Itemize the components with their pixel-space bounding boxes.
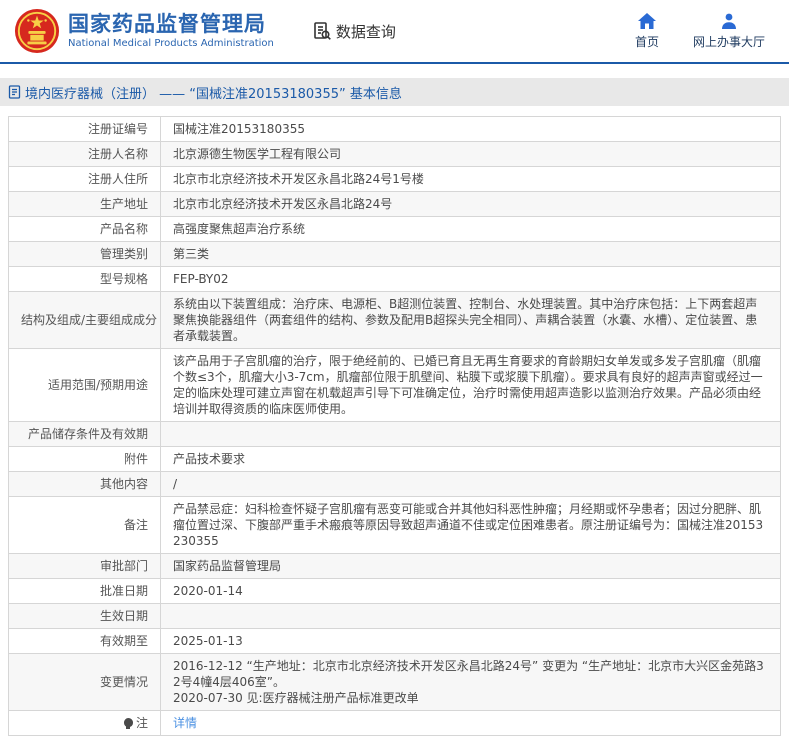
table-row: 批准日期2020-01-14 xyxy=(9,579,781,604)
national-emblem-icon xyxy=(14,8,60,54)
value-line: 2020-07-30 见:医疗器械注册产品标准更改单 xyxy=(173,690,768,706)
row-label: 附件 xyxy=(9,447,161,472)
org-name-zh: 国家药品监督管理局 xyxy=(68,13,274,36)
row-value: 2025-01-13 xyxy=(161,629,781,654)
user-icon xyxy=(721,13,737,29)
row-label: 有效期至 xyxy=(9,629,161,654)
table-row: 适用范围/预期用途该产品用于子宫肌瘤的治疗，限于绝经前的、已婚已育且无再生育要求… xyxy=(9,349,781,422)
data-query-label: 数据查询 xyxy=(336,21,396,42)
row-value xyxy=(161,422,781,447)
table-row: 附件产品技术要求 xyxy=(9,447,781,472)
data-query-button[interactable]: 数据查询 xyxy=(312,21,396,42)
row-value: 国械注准20153180355 xyxy=(161,117,781,142)
row-label: 注册人住所 xyxy=(9,167,161,192)
table-row: 结构及组成/主要组成成分系统由以下装置组成：治疗床、电源柜、B超测位装置、控制台… xyxy=(9,292,781,349)
row-value: 北京市北京经济技术开发区永昌北路24号 xyxy=(161,192,781,217)
table-row: 生产地址北京市北京经济技术开发区永昌北路24号 xyxy=(9,192,781,217)
row-value: 详情 xyxy=(161,711,781,736)
row-label: 注册人名称 xyxy=(9,142,161,167)
row-value: FEP-BY02 xyxy=(161,267,781,292)
row-label: 注 xyxy=(9,711,161,736)
row-value xyxy=(161,604,781,629)
nav-home-label: 首页 xyxy=(635,33,659,50)
row-label: 结构及组成/主要组成成分 xyxy=(9,292,161,349)
data-query-icon xyxy=(312,21,332,41)
device-info-table: 注册证编号国械注准20153180355注册人名称北京源德生物医学工程有限公司注… xyxy=(8,116,781,736)
detail-link[interactable]: 详情 xyxy=(173,716,197,730)
value-line: 2016-12-12 “生产地址：北京市北京经济技术开发区永昌北路24号” 变更… xyxy=(173,658,768,690)
row-label: 变更情况 xyxy=(9,654,161,711)
row-value: 国家药品监督管理局 xyxy=(161,554,781,579)
table-row: 有效期至2025-01-13 xyxy=(9,629,781,654)
row-value: / xyxy=(161,472,781,497)
row-label: 备注 xyxy=(9,497,161,554)
note-bulb-icon xyxy=(124,718,133,727)
row-label: 注册证编号 xyxy=(9,117,161,142)
table-row: 注册人名称北京源德生物医学工程有限公司 xyxy=(9,142,781,167)
row-label: 其他内容 xyxy=(9,472,161,497)
table-row: 注册人住所北京市北京经济技术开发区永昌北路24号1号楼 xyxy=(9,167,781,192)
table-row: 产品名称高强度聚焦超声治疗系统 xyxy=(9,217,781,242)
row-value: 产品禁忌症：妇科检查怀疑子宫肌瘤有恶变可能或合并其他妇科恶性肿瘤；月经期或怀孕患… xyxy=(161,497,781,554)
table-row: 产品储存条件及有效期 xyxy=(9,422,781,447)
header-nav: 首页 网上办事大厅 xyxy=(635,13,765,50)
row-value: 北京市北京经济技术开发区永昌北路24号1号楼 xyxy=(161,167,781,192)
device-info-table-wrap: 注册证编号国械注准20153180355注册人名称北京源德生物医学工程有限公司注… xyxy=(8,116,781,736)
row-value: 2016-12-12 “生产地址：北京市北京经济技术开发区永昌北路24号” 变更… xyxy=(161,654,781,711)
org-title: 国家药品监督管理局 National Medical Products Admi… xyxy=(68,13,274,49)
row-value: 该产品用于子宫肌瘤的治疗，限于绝经前的、已婚已育且无再生育要求的育龄期妇女单发或… xyxy=(161,349,781,422)
table-row: 生效日期 xyxy=(9,604,781,629)
row-value: 第三类 xyxy=(161,242,781,267)
table-row: 型号规格FEP-BY02 xyxy=(9,267,781,292)
row-label: 批准日期 xyxy=(9,579,161,604)
document-icon xyxy=(8,85,21,99)
row-label: 适用范围/预期用途 xyxy=(9,349,161,422)
row-value: 北京源德生物医学工程有限公司 xyxy=(161,142,781,167)
row-value: 产品技术要求 xyxy=(161,447,781,472)
nav-service-hall-label: 网上办事大厅 xyxy=(693,33,765,50)
table-row: 管理类别第三类 xyxy=(9,242,781,267)
row-label: 管理类别 xyxy=(9,242,161,267)
nav-service-hall[interactable]: 网上办事大厅 xyxy=(693,13,765,50)
table-row: 注册证编号国械注准20153180355 xyxy=(9,117,781,142)
breadcrumb-text: 境内医疗器械（注册） —— “国械注准20153180355” 基本信息 xyxy=(25,83,402,102)
row-value: 2020-01-14 xyxy=(161,579,781,604)
org-name-en: National Medical Products Administration xyxy=(68,38,274,49)
nav-home[interactable]: 首页 xyxy=(635,13,659,50)
row-value: 高强度聚焦超声治疗系统 xyxy=(161,217,781,242)
row-label: 审批部门 xyxy=(9,554,161,579)
table-row: 变更情况 2016-12-12 “生产地址：北京市北京经济技术开发区永昌北路24号… xyxy=(9,654,781,711)
row-value: 系统由以下装置组成：治疗床、电源柜、B超测位装置、控制台、水处理装置。其中治疗床… xyxy=(161,292,781,349)
table-row: 备注产品禁忌症：妇科检查怀疑子宫肌瘤有恶变可能或合并其他妇科恶性肿瘤；月经期或怀… xyxy=(9,497,781,554)
table-row: 注详情 xyxy=(9,711,781,736)
breadcrumb: 境内医疗器械（注册） —— “国械注准20153180355” 基本信息 xyxy=(0,78,789,106)
row-label: 生效日期 xyxy=(9,604,161,629)
table-row: 审批部门国家药品监督管理局 xyxy=(9,554,781,579)
header: 国家药品监督管理局 National Medical Products Admi… xyxy=(0,0,789,64)
row-label: 生产地址 xyxy=(9,192,161,217)
row-label: 产品名称 xyxy=(9,217,161,242)
row-label: 型号规格 xyxy=(9,267,161,292)
row-label: 产品储存条件及有效期 xyxy=(9,422,161,447)
table-row: 其他内容/ xyxy=(9,472,781,497)
home-icon xyxy=(638,13,656,29)
